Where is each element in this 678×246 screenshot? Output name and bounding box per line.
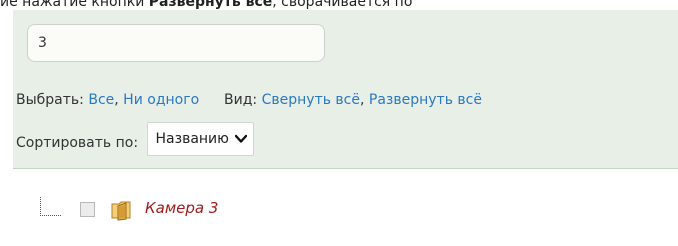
sort-selected-value: Названию bbox=[155, 131, 229, 147]
view-label: Вид: bbox=[224, 92, 258, 108]
tree-item: Камера 3 bbox=[40, 197, 440, 221]
folder-icon bbox=[111, 201, 131, 221]
expand-all-link[interactable]: Развернуть всё bbox=[369, 92, 482, 108]
select-all-link[interactable]: Все bbox=[88, 92, 114, 108]
tree-item-checkbox[interactable] bbox=[80, 202, 95, 217]
select-label: Выбрать: bbox=[16, 92, 84, 108]
search-input[interactable] bbox=[27, 24, 325, 62]
collapse-all-link[interactable]: Свернуть всё bbox=[262, 92, 360, 108]
caption-prefix: ие нажатие кнопки bbox=[0, 0, 149, 10]
select-view-row: Выбрать: Все, Ни одного Вид: Свернуть вс… bbox=[16, 91, 482, 109]
select-none-link[interactable]: Ни одного bbox=[123, 92, 199, 108]
comma-separator: , bbox=[114, 92, 119, 108]
tree-item-label[interactable]: Камера 3 bbox=[145, 199, 218, 217]
instruction-caption: ие нажатие кнопки Развернуть все, сворач… bbox=[0, 0, 678, 10]
sort-row: Сортировать по: Названию bbox=[16, 122, 254, 156]
caption-bold: Развернуть все bbox=[148, 0, 273, 10]
chevron-down-icon bbox=[234, 134, 247, 143]
caption-suffix: , сворачивается по bbox=[272, 0, 413, 10]
sort-label: Сортировать по: bbox=[16, 135, 139, 151]
comma-separator: , bbox=[360, 92, 365, 108]
tree-connector-lines bbox=[40, 197, 62, 216]
sort-select[interactable]: Названию bbox=[146, 122, 254, 156]
